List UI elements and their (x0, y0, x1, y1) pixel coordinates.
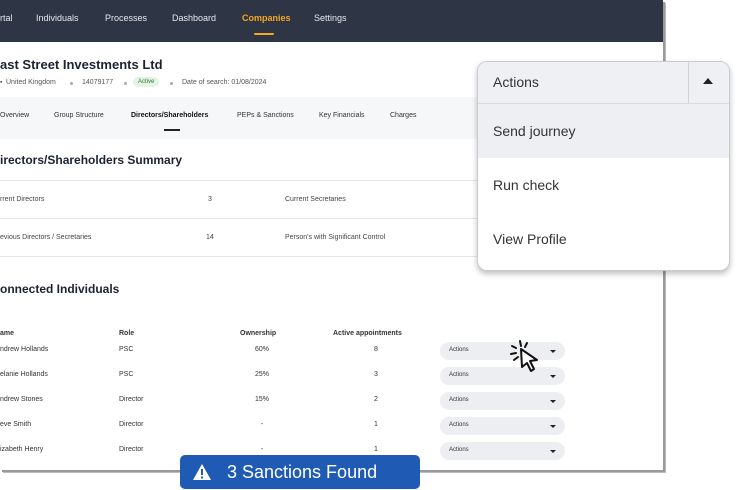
menu-item-run-check[interactable]: Run check (478, 158, 729, 212)
company-country: United Kingdom (6, 79, 56, 86)
flag-icon: ▪ (0, 79, 3, 86)
nav-item-processes[interactable]: Processes (105, 13, 147, 23)
search-date: Date of search: 01/08/2024 (182, 79, 267, 86)
separator-dot (70, 82, 73, 85)
row-actions-button[interactable]: Actions (440, 442, 565, 460)
summary-title: irectors/Shareholders Summary (0, 153, 183, 167)
row-role: Director (119, 446, 144, 453)
actions-label: Actions (449, 372, 469, 378)
column-header-ownership: Ownership (240, 330, 277, 337)
tab-charges[interactable]: Charges (390, 112, 416, 119)
chevron-down-icon (550, 425, 556, 428)
row-appointments: 8 (374, 346, 378, 353)
connected-title: onnected Individuals (0, 282, 120, 296)
chevron-down-icon (550, 375, 556, 378)
column-header-role: Role (119, 330, 135, 337)
row-name: elanie Hollands (0, 371, 48, 378)
menu-item-label: Run check (493, 177, 560, 193)
menu-item-view-profile[interactable]: View Profile (478, 212, 729, 266)
tab-directors-shareholders[interactable]: Directors/Shareholders (131, 112, 208, 119)
divider (688, 62, 689, 103)
row-name: ndrew Stones (0, 396, 43, 403)
chevron-up-icon[interactable] (703, 78, 713, 84)
actions-label: Actions (449, 447, 469, 453)
row-name: eve Smith (0, 421, 32, 428)
summary-label: Current Secretaries (285, 196, 346, 203)
column-header-name: ame (0, 330, 15, 337)
nav-active-indicator (254, 33, 274, 35)
tab-peps-sanctions[interactable]: PEPs & Sanctions (237, 112, 294, 119)
row-ownership: - (260, 446, 264, 453)
row-role: Director (119, 421, 144, 428)
summary-value: 3 (208, 196, 212, 203)
chevron-down-icon (550, 400, 556, 403)
separator-dot (170, 82, 173, 85)
menu-item-send-journey[interactable]: Send journey (478, 104, 729, 158)
nav-item-companies[interactable]: Companies (242, 13, 291, 23)
row-role: PSC (119, 346, 134, 353)
row-ownership: 60% (254, 346, 269, 353)
tab-overview[interactable]: Overview (0, 112, 29, 119)
menu-item-label: Send journey (493, 123, 576, 139)
row-actions-button[interactable]: Actions (440, 417, 565, 435)
summary-label: evious Directors / Secretaries (0, 234, 92, 241)
tab-key-financials[interactable]: Key Financials (319, 112, 365, 119)
status-badge: Active (133, 77, 160, 87)
summary-label: Person's with Significant Control (285, 234, 386, 241)
sanctions-banner[interactable]: 3 Sanctions Found (180, 455, 420, 489)
row-name: ndrew Hollands (0, 346, 49, 353)
chevron-down-icon (550, 450, 556, 453)
actions-dropdown-header[interactable]: Actions (478, 62, 729, 104)
row-ownership: 15% (254, 396, 269, 403)
row-appointments: 2 (374, 396, 378, 403)
nav-item-individuals[interactable]: Individuals (36, 13, 79, 23)
row-actions-button[interactable]: Actions (440, 392, 565, 410)
click-cursor-icon (510, 340, 538, 372)
tab-group-structure[interactable]: Group Structure (54, 112, 104, 119)
actions-dropdown: Actions Send journey Run check View Prof… (477, 61, 730, 271)
actions-label: Actions (449, 422, 469, 428)
warning-icon (193, 464, 211, 480)
top-nav: rtal Individuals Processes Dashboard Com… (0, 0, 663, 42)
row-role: Director (119, 396, 144, 403)
nav-item-settings[interactable]: Settings (314, 13, 347, 23)
summary-value: 14 (206, 234, 214, 241)
nav-item-portal[interactable]: rtal (0, 13, 13, 23)
menu-item-label: View Profile (493, 231, 567, 247)
nav-item-dashboard[interactable]: Dashboard (172, 13, 216, 23)
company-number: 14079177 (82, 79, 114, 86)
actions-dropdown-label: Actions (493, 74, 539, 90)
separator-dot (124, 82, 127, 85)
summary-label: rrent Directors (0, 196, 45, 203)
row-ownership: - (260, 421, 264, 428)
chevron-down-icon (550, 350, 556, 353)
tab-active-indicator (164, 129, 180, 131)
sanctions-banner-text: 3 Sanctions Found (227, 462, 378, 482)
row-ownership: 25% (254, 371, 269, 378)
row-appointments: 3 (374, 371, 378, 378)
column-header-appointments: Active appointments (333, 330, 402, 337)
actions-label: Actions (449, 397, 469, 403)
row-appointments: 1 (374, 446, 378, 453)
row-actions-button[interactable]: Actions (440, 367, 565, 385)
company-name: ast Street Investments Ltd (0, 57, 163, 72)
row-appointments: 1 (374, 421, 378, 428)
row-name: izabeth Henry (0, 446, 44, 453)
actions-label: Actions (449, 347, 469, 353)
row-actions-button[interactable]: Actions (440, 342, 565, 360)
row-role: PSC (119, 371, 134, 378)
